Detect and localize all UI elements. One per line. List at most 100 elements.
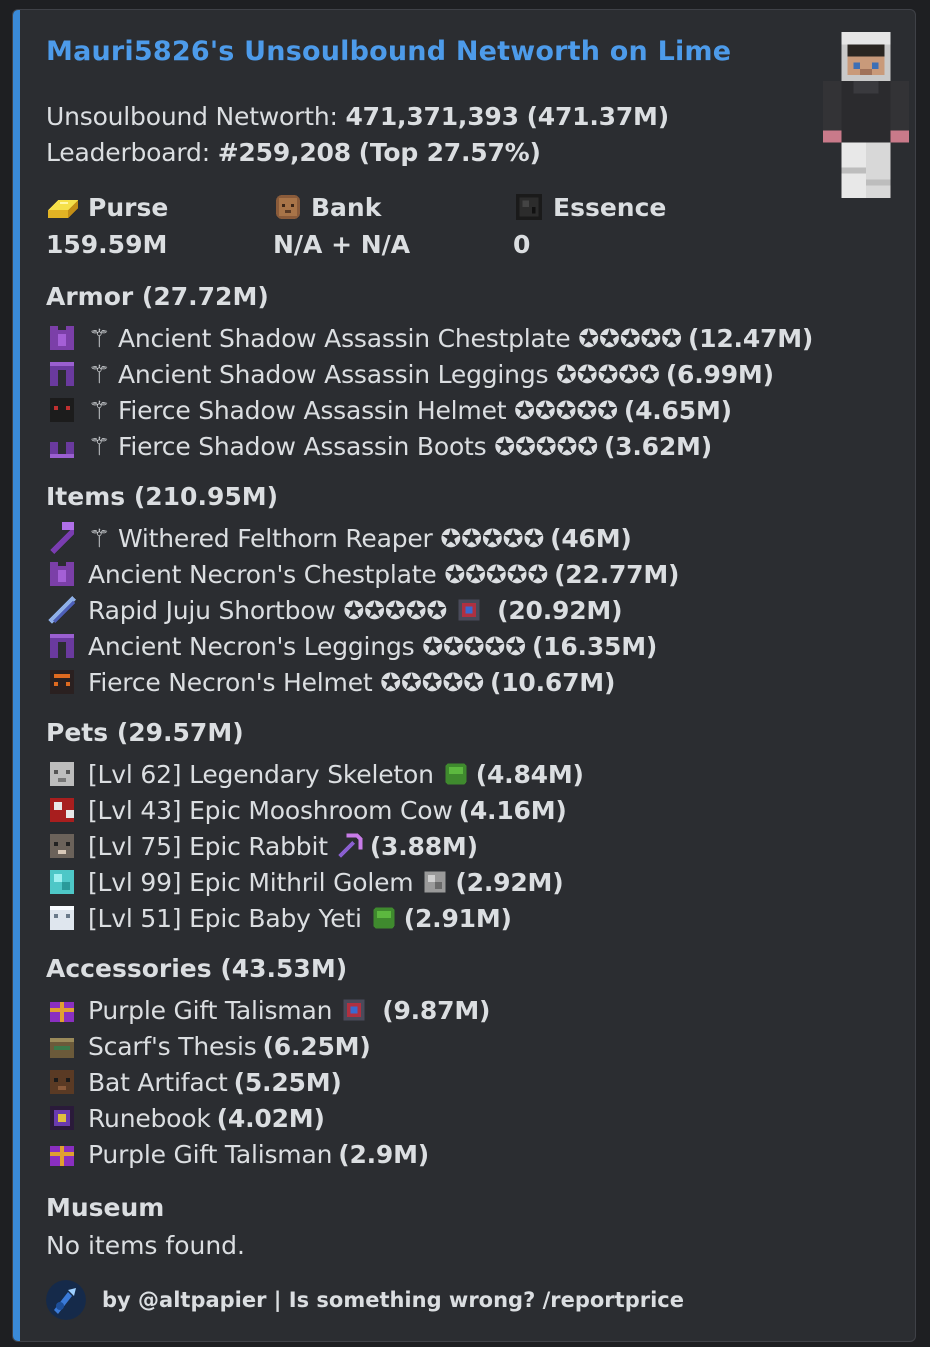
networth-line: Unsoulbound Networth: 471,371,393 (471.3… <box>46 102 669 131</box>
list-item: Scarf's Thesis (6.25M) <box>46 1028 490 1064</box>
accessory-value: (4.02M) <box>216 1103 325 1133</box>
pet-item-icon <box>424 871 446 893</box>
chestplate-icon <box>50 562 74 586</box>
list-item: Ancient Necron's Leggings ✪✪✪✪✪ (16.35M) <box>46 628 679 664</box>
player-skin-thumbnail[interactable] <box>816 32 916 198</box>
accessory-value: (5.25M) <box>233 1067 342 1097</box>
list-item: Runebook (4.02M) <box>46 1100 490 1136</box>
pet-name: [Lvl 51] Epic Baby Yeti <box>88 903 362 933</box>
embed-title[interactable]: Mauri5826's Unsoulbound Networth on Lime <box>46 36 731 67</box>
pet-name: [Lvl 99] Epic Mithril Golem <box>88 867 414 897</box>
item-value: (10.67M) <box>489 667 616 697</box>
list-item: ⚚ Fierce Shadow Assassin Boots ✪✪✪✪✪ (3.6… <box>46 428 813 464</box>
boots-icon <box>50 442 74 458</box>
armor-list: ⚚ Ancient Shadow Assassin Chestplate ✪✪✪… <box>46 320 813 464</box>
armor-item-value: (3.62M) <box>603 431 712 461</box>
field-bank-value: N/A + N/A <box>273 230 411 259</box>
gift-icon <box>50 1146 74 1166</box>
leggings-icon <box>50 634 74 658</box>
gift-icon <box>50 1002 74 1022</box>
gold-ingot-icon <box>48 200 78 218</box>
accessories-section-title: Accessories (43.53M) <box>46 954 348 983</box>
leaderboard-label: Leaderboard: <box>46 138 218 167</box>
pet-value: (4.16M) <box>458 795 567 825</box>
accessory-name: Purple Gift Talisman <box>88 995 333 1025</box>
wither-essence-icon <box>516 194 542 220</box>
list-item: Ancient Necron's Chestplate ✪✪✪✪✪ (22.77M… <box>46 556 679 592</box>
item-name: Fierce Necron's Helmet ✪✪✪✪✪ <box>88 667 484 697</box>
bank-icon <box>276 195 300 219</box>
field-bank-name: Bank <box>311 192 382 222</box>
scythe-icon <box>50 522 74 554</box>
pet-item-icon <box>445 763 467 785</box>
armor-item-value: (12.47M) <box>687 323 814 353</box>
networth-embed: Mauri5826's Unsoulbound Networth on Lime… <box>12 9 916 1342</box>
pet-value: (4.84M) <box>475 759 584 789</box>
field-purse: Purse 159.59M <box>46 190 168 260</box>
pickaxe-icon <box>337 833 363 858</box>
leaderboard-rank: #259,208 <box>217 138 351 167</box>
items-list: ⚚ Withered Felthorn Reaper ✪✪✪✪✪ (46M) An… <box>46 520 679 700</box>
list-item: Bat Artifact (5.25M) <box>46 1064 490 1100</box>
recombobulator-icon <box>343 999 365 1021</box>
field-purse-value: 159.59M <box>46 230 168 259</box>
armor-item-name: ⚚ Fierce Shadow Assassin Helmet ✪✪✪✪✪ <box>88 395 618 425</box>
pet-value: (3.88M) <box>369 831 478 861</box>
networth-label: Unsoulbound Networth: <box>46 102 346 131</box>
list-item: Purple Gift Talisman (2.9M) <box>46 1136 490 1172</box>
pet-item-icon <box>373 907 395 929</box>
networth-value: 471,371,393 <box>345 102 519 131</box>
item-value: (20.92M) <box>497 595 623 625</box>
field-bank: Bank N/A + N/A <box>273 190 411 260</box>
helmet-icon <box>50 670 74 694</box>
golem-head-icon <box>50 870 74 894</box>
list-item: ⚚ Withered Felthorn Reaper ✪✪✪✪✪ (46M) <box>46 520 679 556</box>
pet-name: [Lvl 43] Epic Mooshroom Cow <box>88 795 453 825</box>
networth-short: (471.37M) <box>526 102 670 131</box>
footer-text: by @altpapier | Is something wrong? /rep… <box>102 1288 684 1312</box>
list-item: [Lvl 99] Epic Mithril Golem (2.92M) <box>46 864 584 900</box>
pet-name: [Lvl 62] Legendary Skeleton <box>88 759 434 789</box>
recombobulator-icon <box>458 599 480 621</box>
field-essence-name: Essence <box>553 192 667 222</box>
armor-item-value: (4.65M) <box>623 395 732 425</box>
pet-value: (2.91M) <box>403 903 512 933</box>
leaderboard-top: (Top 27.57%) <box>358 138 541 167</box>
bot-avatar-icon[interactable] <box>46 1280 86 1320</box>
accessories-list: Purple Gift Talisman (9.87M) Scarf's The… <box>46 992 490 1172</box>
embed-content: Mauri5826's Unsoulbound Networth on Lime… <box>46 10 915 1341</box>
pet-name: [Lvl 75] Epic Rabbit <box>88 831 328 861</box>
leggings-icon <box>50 362 74 386</box>
bat-icon <box>50 1070 74 1094</box>
list-item: [Lvl 75] Epic Rabbit (3.88M) <box>46 828 584 864</box>
accessory-name: Scarf's Thesis <box>88 1031 257 1061</box>
item-name: Rapid Juju Shortbow ✪✪✪✪✪ <box>88 595 448 625</box>
field-essence-value: 0 <box>513 230 531 259</box>
chestplate-icon <box>50 326 74 350</box>
armor-section-title: Armor (27.72M) <box>46 282 269 311</box>
field-essence: Essence 0 <box>513 190 667 260</box>
list-item: Rapid Juju Shortbow ✪✪✪✪✪ (20.92M) <box>46 592 679 628</box>
list-item: [Lvl 62] Legendary Skeleton (4.84M) <box>46 756 584 792</box>
museum-empty-text: No items found. <box>46 1231 245 1260</box>
embed-accent-bar <box>13 10 20 1341</box>
thesis-icon <box>50 1038 74 1058</box>
armor-item-name: ⚚ Ancient Shadow Assassin Chestplate ✪✪✪… <box>88 323 682 353</box>
accessory-name: Runebook <box>88 1103 211 1133</box>
item-value: (16.35M) <box>531 631 658 661</box>
item-value: (22.77M) <box>554 559 680 589</box>
helmet-icon <box>50 398 74 422</box>
runebook-icon <box>50 1106 74 1130</box>
list-item: Fierce Necron's Helmet ✪✪✪✪✪ (10.67M) <box>46 664 679 700</box>
item-name: Ancient Necron's Chestplate ✪✪✪✪✪ <box>88 559 549 589</box>
item-name: ⚚ Withered Felthorn Reaper ✪✪✪✪✪ <box>88 523 545 553</box>
embed-footer: by @altpapier | Is something wrong? /rep… <box>46 1280 684 1320</box>
list-item: [Lvl 43] Epic Mooshroom Cow (4.16M) <box>46 792 584 828</box>
bow-icon <box>48 596 76 624</box>
leaderboard-line: Leaderboard: #259,208 (Top 27.57%) <box>46 138 541 167</box>
item-value: (46M) <box>550 523 632 553</box>
list-item: ⚚ Fierce Shadow Assassin Helmet ✪✪✪✪✪ (4.… <box>46 392 813 428</box>
list-item: Purple Gift Talisman (9.87M) <box>46 992 490 1028</box>
accessory-value: (9.87M) <box>382 995 491 1025</box>
list-item: ⚚ Ancient Shadow Assassin Chestplate ✪✪✪… <box>46 320 813 356</box>
